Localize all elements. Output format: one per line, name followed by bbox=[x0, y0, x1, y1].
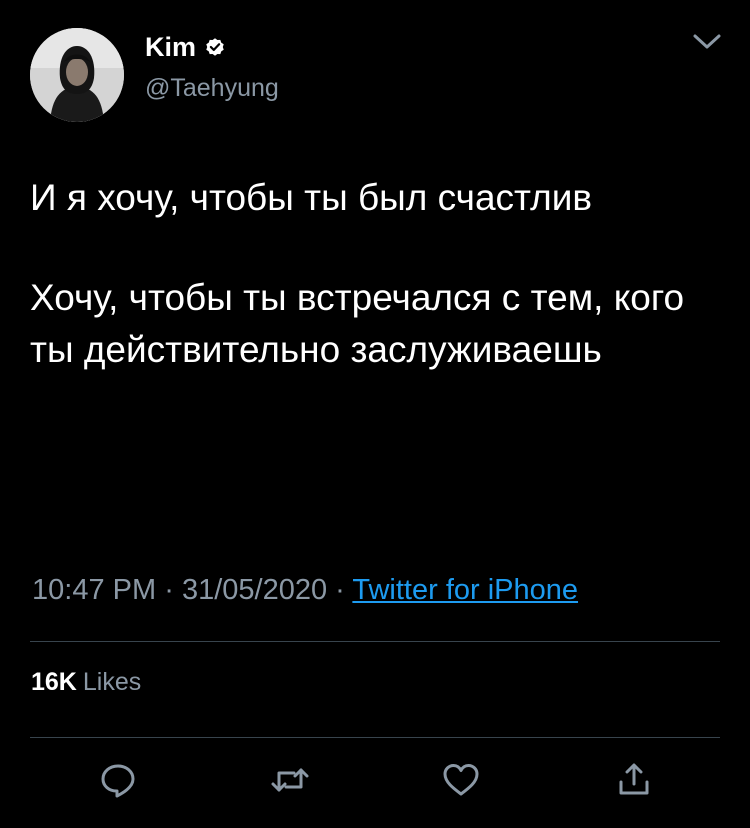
likes-label: Likes bbox=[82, 668, 142, 696]
profile-photo-icon bbox=[30, 28, 124, 122]
retweet-icon[interactable] bbox=[270, 760, 310, 800]
chevron-down-icon[interactable] bbox=[692, 30, 722, 54]
divider bbox=[30, 641, 720, 642]
tweet-paragraph: Хочу, чтобы ты встречался с тем, кого ты… bbox=[30, 277, 685, 370]
avatar[interactable] bbox=[30, 28, 124, 122]
share-icon[interactable] bbox=[614, 760, 654, 800]
heart-icon[interactable] bbox=[441, 760, 481, 800]
tweet-source-link[interactable]: Twitter for iPhone bbox=[352, 574, 578, 606]
divider bbox=[30, 737, 720, 738]
tweet-time: 10:47 PM bbox=[32, 574, 157, 606]
meta-separator: · bbox=[164, 574, 174, 606]
verified-badge-icon bbox=[206, 38, 224, 56]
likes-stat[interactable]: 16K Likes bbox=[31, 665, 141, 699]
action-bar bbox=[0, 760, 750, 804]
tweet-meta: 10:47 PM · 31/05/2020 · Twitter for iPho… bbox=[32, 570, 578, 610]
author-handle[interactable]: @Taehyung bbox=[145, 72, 279, 104]
likes-count: 16K bbox=[31, 668, 77, 696]
tweet-date: 31/05/2020 bbox=[181, 574, 328, 606]
meta-separator: · bbox=[335, 574, 345, 606]
tweet-paragraph: И я хочу, чтобы ты был счастлив bbox=[30, 177, 593, 218]
display-name[interactable]: Kim bbox=[145, 30, 196, 64]
author-name-row[interactable]: Kim bbox=[145, 30, 226, 64]
reply-icon[interactable] bbox=[98, 760, 138, 800]
tweet-text: И я хочу, чтобы ты был счастлив Хочу, чт… bbox=[30, 172, 720, 376]
